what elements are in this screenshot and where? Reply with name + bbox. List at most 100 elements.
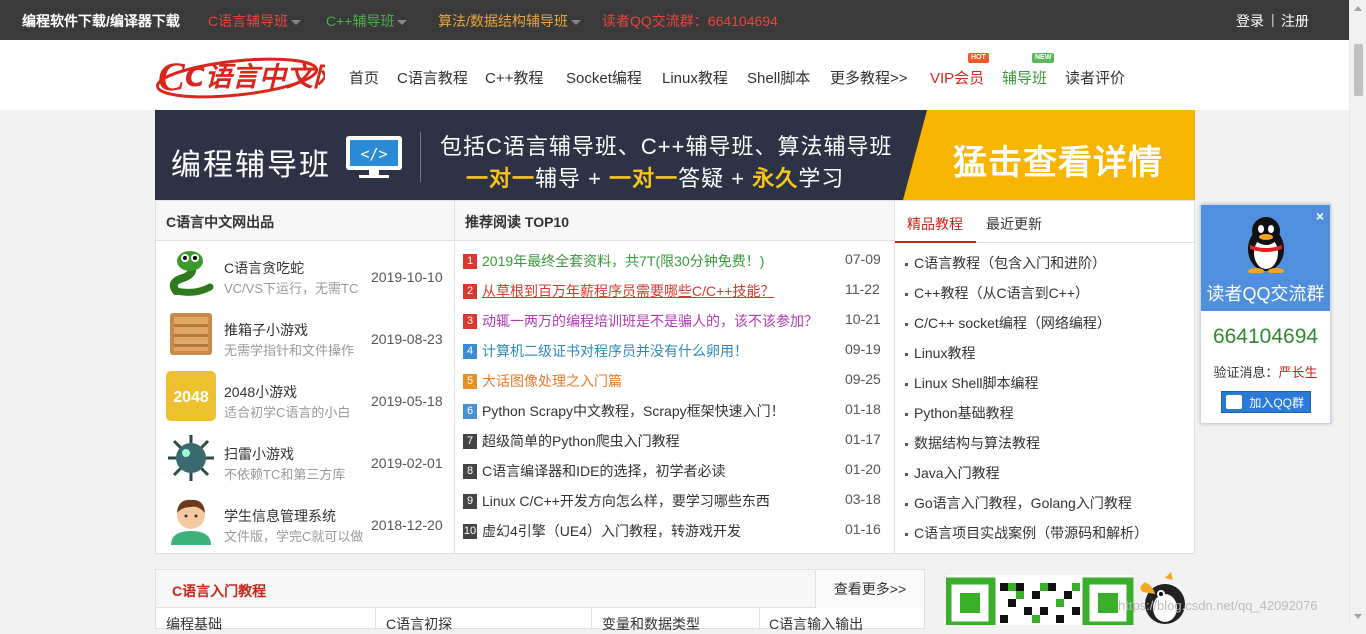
recommend-item[interactable]: 7 超级简单的Python爬虫入门教程 01-17 bbox=[463, 425, 888, 455]
c-intro-column[interactable]: C语言输入输出 bbox=[769, 614, 863, 634]
recommend-title[interactable]: 大话图像处理之入门篇 bbox=[482, 371, 622, 391]
recommend-panel: 推荐阅读 TOP10 1 2019年最终全套资料，共7T(限30分钟免费！) 07-… bbox=[454, 200, 895, 554]
c-intro-column[interactable]: C语言初探 bbox=[386, 614, 452, 634]
product-item[interactable]: 2048 2048小游戏 适合初学C语言的小白 2019-05-18 bbox=[156, 365, 456, 427]
topbar-link-download[interactable]: 编程软件下载/编译器下载 bbox=[22, 11, 180, 31]
column-divider bbox=[759, 608, 760, 630]
scrollbar-thumb[interactable] bbox=[1354, 44, 1363, 96]
nav-cpp-tutorial[interactable]: C++教程 bbox=[485, 67, 543, 88]
topbar-link-qq-group[interactable]: 读者QQ交流群：664104694 bbox=[602, 11, 778, 31]
recommend-item[interactable]: 8 C语言编译器和IDE的选择，初学者必读 01-20 bbox=[463, 455, 888, 485]
nav-vip[interactable]: VIP会员 HOT bbox=[930, 53, 989, 88]
product-name: C语言贪吃蛇 bbox=[224, 260, 305, 276]
svg-text:C: C bbox=[158, 54, 186, 99]
rank-badge: 8 bbox=[463, 464, 477, 479]
top-bar: 编程软件下载/编译器下载 C语言辅导班 C++辅导班 算法/数据结构辅导班 读者… bbox=[0, 0, 1349, 40]
product-desc: 适合初学C语言的小白 bbox=[224, 405, 351, 420]
recommend-item[interactable]: 5 大话图像处理之入门篇 09-25 bbox=[463, 365, 888, 395]
product-name: 扫雷小游戏 bbox=[224, 446, 294, 462]
recommend-date: 01-17 bbox=[845, 431, 881, 447]
rank-badge: 7 bbox=[463, 434, 477, 449]
banner-cta-button[interactable]: 猛击查看详情 bbox=[903, 110, 1195, 200]
snake-icon bbox=[169, 251, 214, 296]
recommend-title[interactable]: 2019年最终全套资料，共7T(限30分钟免费！) bbox=[482, 251, 764, 271]
nav-linux[interactable]: Linux教程 bbox=[662, 67, 728, 88]
product-item[interactable]: 学生信息管理系统 文件版，学完C就可以做 2018-12-20 bbox=[156, 489, 456, 551]
banner-line2: 一对一辅导 + 一对一答疑 + 永久学习 bbox=[466, 166, 845, 191]
recommend-title[interactable]: Linux C/C++开发方向怎么样，要学习哪些东西 bbox=[482, 491, 770, 511]
nav-c-tutorial[interactable]: C语言教程 bbox=[397, 67, 468, 88]
recommend-item[interactable]: 3 动辄一两万的编程培训班是不是骗人的，该不该参加？ 10-21 bbox=[463, 305, 888, 335]
recommend-title[interactable]: 从草根到百万年薪程序员需要哪些C/C++技能？ bbox=[482, 281, 774, 301]
course-link[interactable]: Linux教程 bbox=[905, 343, 975, 363]
svg-text:</>: </> bbox=[360, 145, 387, 163]
recommend-item[interactable]: 6 Python Scrapy中文教程，Scrapy框架快速入门！ 01-18 bbox=[463, 395, 888, 425]
topbar-link-cpp-tutoring[interactable]: C++辅导班 bbox=[326, 11, 408, 31]
course-link[interactable]: C++教程（从C语言到C++） bbox=[905, 283, 1089, 303]
tab-featured[interactable]: 精品教程 bbox=[907, 214, 963, 234]
recommend-title[interactable]: 计算机二级证书对程序员并没有什么卵用！ bbox=[482, 341, 748, 361]
c-intro-column[interactable]: 编程基础 bbox=[166, 614, 222, 634]
recommend-title[interactable]: 虚幻4引擎（UE4）入门教程，转游戏开发 bbox=[482, 521, 741, 541]
course-link[interactable]: C语言项目实战案例（带源码和解析） bbox=[905, 523, 1148, 543]
join-qq-group-button[interactable]: 加入QQ群 bbox=[1221, 391, 1311, 413]
nav-more[interactable]: 更多教程>> bbox=[830, 67, 908, 88]
svg-text:2048: 2048 bbox=[173, 389, 209, 406]
recommend-item[interactable]: 9 Linux C/C++开发方向怎么样，要学习哪些东西 03-18 bbox=[463, 485, 888, 515]
courses-panel: 精品教程 最近更新 C语言教程（包含入门和进阶） C++教程（从C语言到C++） C… bbox=[894, 200, 1195, 554]
chevron-down-icon bbox=[291, 19, 302, 25]
course-link[interactable]: C/C++ socket编程（网络编程） bbox=[905, 313, 1111, 333]
product-item[interactable]: 推箱子小游戏 无需学指针和文件操作 2019-08-23 bbox=[156, 303, 456, 365]
product-date: 2019-08-23 bbox=[371, 331, 443, 347]
nav-socket[interactable]: Socket编程 bbox=[566, 67, 642, 88]
nav-home[interactable]: 首页 bbox=[349, 67, 379, 88]
recommend-header: 推荐阅读 TOP10 bbox=[455, 201, 894, 241]
recommend-item[interactable]: 2 从草根到百万年薪程序员需要哪些C/C++技能？ 11-22 bbox=[463, 275, 888, 305]
course-link[interactable]: Python基础教程 bbox=[905, 403, 1014, 423]
recommend-item[interactable]: 4 计算机二级证书对程序员并没有什么卵用！ 09-19 bbox=[463, 335, 888, 365]
rank-badge: 5 bbox=[463, 374, 477, 389]
rank-badge: 9 bbox=[463, 494, 477, 509]
tab-recent[interactable]: 最近更新 bbox=[986, 214, 1042, 234]
chevron-down-icon bbox=[397, 19, 408, 25]
scroll-down-icon[interactable] bbox=[1354, 614, 1362, 619]
product-name: 2048小游戏 bbox=[224, 384, 298, 400]
game-2048-icon: 2048 bbox=[166, 371, 216, 421]
nav-reviews[interactable]: 读者评价 bbox=[1065, 67, 1125, 88]
site-logo[interactable]: C C语言中文网 bbox=[155, 53, 344, 99]
code-monitor-icon: </> bbox=[346, 136, 402, 178]
c-intro-column[interactable]: 变量和数据类型 bbox=[602, 614, 700, 634]
topbar-link-c-tutoring[interactable]: C语言辅导班 bbox=[208, 11, 302, 31]
student-avatar-icon bbox=[171, 499, 211, 545]
course-link[interactable]: 数据结构与算法教程 bbox=[905, 433, 1040, 453]
recommend-date: 01-16 bbox=[845, 521, 881, 537]
recommend-item[interactable]: 1 2019年最终全套资料，共7T(限30分钟免费！) 07-09 bbox=[463, 245, 888, 275]
course-link[interactable]: Java入门教程 bbox=[905, 463, 1000, 483]
close-icon[interactable]: × bbox=[1316, 208, 1324, 224]
course-link[interactable]: Linux Shell脚本编程 bbox=[905, 373, 1039, 393]
logo-graphic: C C语言中文网 bbox=[155, 54, 344, 99]
recommend-title[interactable]: Python Scrapy中文教程，Scrapy框架快速入门！ bbox=[482, 401, 785, 421]
register-link[interactable]: 注册 bbox=[1281, 11, 1309, 31]
nav-shell[interactable]: Shell脚本 bbox=[747, 67, 810, 88]
active-tab-indicator bbox=[895, 241, 976, 243]
product-item[interactable]: 扫雷小游戏 不依赖TC和第三方库 2019-02-01 bbox=[156, 427, 456, 489]
hot-badge: HOT bbox=[968, 53, 989, 63]
topbar-link-algo-tutoring[interactable]: 算法/数据结构辅导班 bbox=[438, 11, 581, 31]
product-item[interactable]: C语言贪吃蛇 VC/VS下运行，无需TC 2019-10-10 bbox=[156, 241, 456, 303]
recommend-item[interactable]: 10 虚幻4引擎（UE4）入门教程，转游戏开发 01-16 bbox=[463, 515, 888, 545]
recommend-title[interactable]: 超级简单的Python爬虫入门教程 bbox=[482, 431, 680, 451]
recommend-date: 10-21 bbox=[845, 311, 881, 327]
course-link[interactable]: Go语言入门教程，Golang入门教程 bbox=[905, 493, 1132, 513]
nav-tutoring[interactable]: 辅导班 NEW bbox=[1002, 53, 1055, 88]
vertical-scrollbar[interactable] bbox=[1349, 0, 1366, 625]
qq-widget-title: 读者QQ交流群 bbox=[1206, 284, 1325, 304]
topbar-separator: | bbox=[1271, 11, 1275, 27]
recommend-title[interactable]: C语言编译器和IDE的选择，初学者必读 bbox=[482, 461, 725, 481]
scroll-up-icon[interactable] bbox=[1354, 6, 1362, 11]
view-more-button[interactable]: 查看更多>> bbox=[815, 570, 924, 608]
tutoring-banner[interactable]: 编程辅导班 </> 包括C语言辅导班、C++辅导班、算法辅导班 一对一辅导 + … bbox=[155, 110, 1195, 200]
course-link[interactable]: C语言教程（包含入门和进阶） bbox=[905, 253, 1106, 273]
login-link[interactable]: 登录 bbox=[1236, 11, 1264, 31]
recommend-title[interactable]: 动辄一两万的编程培训班是不是骗人的，该不该参加？ bbox=[482, 311, 818, 331]
